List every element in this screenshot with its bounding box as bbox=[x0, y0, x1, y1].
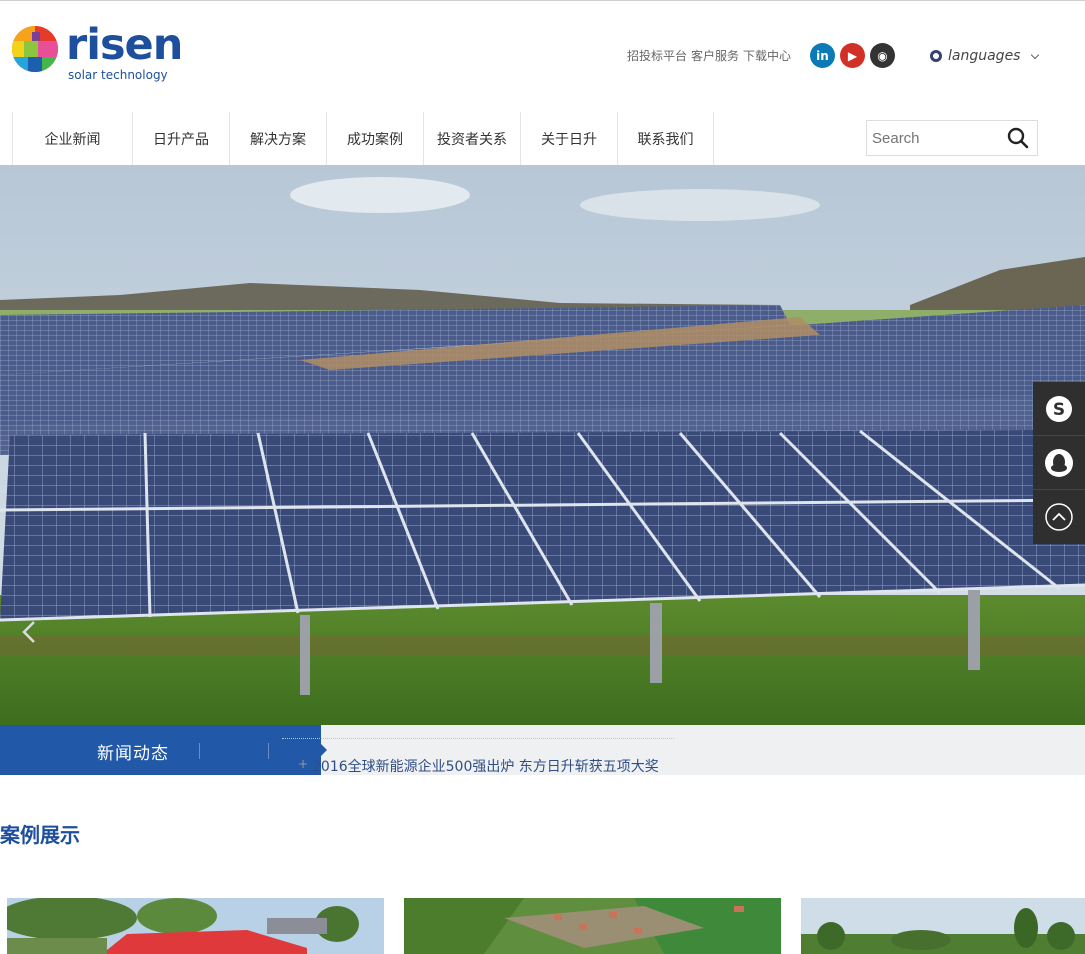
language-selector[interactable]: languages bbox=[930, 48, 1040, 64]
svg-text:S: S bbox=[1053, 400, 1065, 420]
logo-wordmark: risen bbox=[66, 20, 183, 70]
chevron-down-icon bbox=[1031, 50, 1040, 59]
chevron-left-icon[interactable] bbox=[20, 620, 38, 644]
qq-button[interactable] bbox=[1033, 436, 1085, 490]
divider bbox=[268, 743, 269, 759]
back-to-top-button[interactable] bbox=[1033, 490, 1085, 544]
search-box bbox=[866, 120, 1038, 156]
nav-item-news[interactable]: 企业新闻 bbox=[12, 112, 132, 165]
nav-item-about[interactable]: 关于日升 bbox=[520, 112, 617, 165]
case-photo-3 bbox=[801, 898, 1085, 954]
plus-icon: + bbox=[298, 757, 309, 771]
case-photo-1 bbox=[7, 898, 384, 954]
search-input[interactable] bbox=[867, 121, 999, 155]
news-pointer bbox=[321, 744, 327, 756]
globe-icon bbox=[930, 50, 942, 62]
main-nav: 企业新闻 日升产品 解决方案 成功案例 投资者关系 关于日升 联系我们 bbox=[12, 112, 714, 165]
linkedin-icon[interactable]: in bbox=[810, 43, 835, 68]
back-to-top-icon bbox=[1045, 503, 1073, 531]
logo-tagline: solar technology bbox=[68, 68, 168, 82]
top-links: 招投标平台 客户服务 下载中心 bbox=[627, 49, 791, 63]
weibo-icon[interactable]: ◉ bbox=[870, 43, 895, 68]
nav-item-investors[interactable]: 投资者关系 bbox=[423, 112, 520, 165]
news-headline-link[interactable]: 2016全球新能源企业500强出炉 东方日升斩获五项大奖 bbox=[312, 756, 659, 776]
cases-section-title: 案例展示 bbox=[0, 823, 80, 847]
news-label-block: 新闻动态 bbox=[0, 725, 321, 775]
news-ticker: 新闻动态 + 2016全球新能源企业500强出炉 东方日升斩获五项大奖 bbox=[0, 725, 1085, 775]
dotted-divider bbox=[282, 738, 674, 739]
solar-farm-photo bbox=[0, 165, 1085, 725]
side-toolbar: S bbox=[1033, 382, 1085, 544]
risen-logo[interactable]: risen solar technology bbox=[12, 20, 192, 86]
news-label: 新闻动态 bbox=[97, 744, 169, 764]
top-link-download[interactable]: 下载中心 bbox=[743, 49, 791, 63]
search-icon[interactable] bbox=[1007, 127, 1029, 149]
case-card-2[interactable] bbox=[404, 898, 781, 954]
skype-icon: S bbox=[1046, 395, 1072, 422]
top-border bbox=[0, 0, 1085, 1]
qq-icon bbox=[1045, 448, 1073, 477]
nav-item-cases[interactable]: 成功案例 bbox=[326, 112, 423, 165]
language-label: languages bbox=[948, 48, 1021, 64]
nav-item-products[interactable]: 日升产品 bbox=[132, 112, 229, 165]
case-card-1[interactable] bbox=[7, 898, 384, 954]
youtube-icon[interactable]: ▶ bbox=[840, 43, 865, 68]
skype-button[interactable]: S bbox=[1033, 382, 1085, 436]
divider bbox=[199, 743, 200, 759]
logo-mark-icon bbox=[12, 26, 58, 72]
nav-item-contact[interactable]: 联系我们 bbox=[617, 112, 714, 165]
top-link-tender[interactable]: 招投标平台 bbox=[627, 49, 687, 63]
hero-banner bbox=[0, 165, 1085, 725]
top-link-service[interactable]: 客户服务 bbox=[691, 49, 739, 63]
case-card-3[interactable] bbox=[801, 898, 1085, 954]
social-links: in ▶ ◉ bbox=[810, 43, 895, 68]
case-photo-2 bbox=[404, 898, 781, 954]
nav-item-solutions[interactable]: 解决方案 bbox=[229, 112, 326, 165]
